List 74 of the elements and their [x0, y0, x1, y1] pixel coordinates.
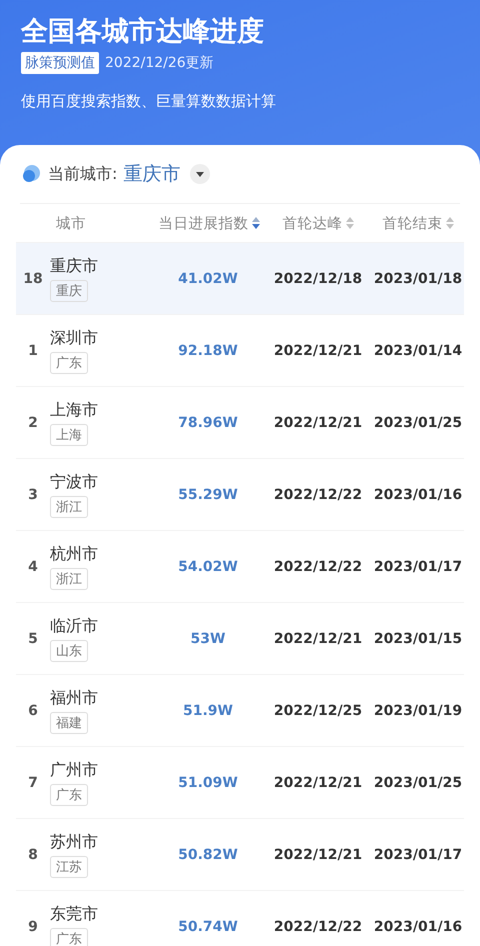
index-value: 51.9W: [182, 702, 234, 718]
city-label: 当前城市:: [48, 164, 118, 184]
rank-number: 5: [27, 630, 39, 646]
page-title: 全国各城市达峰进度: [21, 15, 265, 49]
city-name: 杭州市: [50, 544, 98, 564]
end-date: 2023/01/14: [372, 342, 464, 358]
province-tag: 福建: [50, 712, 88, 734]
peak-date: 2022/12/22: [272, 486, 364, 502]
peak-date: 2022/12/18: [272, 270, 364, 286]
province-tag: 广东: [50, 928, 88, 946]
end-date: 2023/01/19: [372, 702, 464, 718]
end-date: 2023/01/17: [372, 558, 464, 574]
sort-icon[interactable]: [252, 217, 260, 229]
column-header[interactable]: 首轮达峰: [282, 214, 342, 232]
end-date: 2023/01/15: [372, 630, 464, 646]
peak-date: 2022/12/21: [272, 846, 364, 862]
dropdown-button[interactable]: [190, 164, 210, 184]
city-name: 广州市: [50, 760, 98, 780]
peak-date: 2022/12/21: [272, 342, 364, 358]
index-value: 51.09W: [177, 774, 239, 790]
index-value: 54.02W: [177, 558, 239, 574]
city-name: 深圳市: [50, 328, 98, 348]
rank-number: 18: [22, 270, 44, 286]
city-name: 东莞市: [50, 904, 98, 924]
end-date: 2023/01/16: [372, 918, 464, 934]
source-tag: 脉策预测值: [21, 52, 99, 74]
peak-date: 2022/12/22: [272, 918, 364, 934]
peak-date: 2022/12/21: [272, 414, 364, 430]
index-value: 50.82W: [177, 846, 239, 862]
city-name: 苏州市: [50, 832, 98, 852]
peak-date: 2022/12/25: [272, 702, 364, 718]
index-value: 50.74W: [177, 918, 239, 934]
province-tag: 广东: [50, 784, 88, 806]
rank-number: 1: [27, 342, 39, 358]
caret-icon: [196, 172, 204, 176]
peak-date: 2022/12/21: [272, 774, 364, 790]
province-tag: 重庆: [50, 280, 88, 302]
column-header[interactable]: 首轮结束: [382, 214, 442, 232]
end-date: 2023/01/25: [372, 414, 464, 430]
rank-number: 9: [27, 918, 39, 934]
rank-number: 8: [27, 846, 39, 862]
column-header[interactable]: 当日进展指数: [158, 214, 248, 232]
city-name: 临沂市: [50, 616, 98, 636]
province-tag: 广东: [50, 352, 88, 374]
end-date: 2023/01/18: [372, 270, 464, 286]
province-tag: 上海: [50, 424, 88, 446]
province-tag: 浙江: [50, 568, 88, 590]
index-value: 78.96W: [177, 414, 239, 430]
peak-date: 2022/12/21: [272, 630, 364, 646]
index-value: 41.02W: [177, 270, 239, 286]
location-icon: [20, 163, 42, 185]
column-header: 城市: [56, 214, 86, 232]
city-name: 上海市: [50, 400, 98, 420]
subtitle: 使用百度搜索指数、巨量算数数据计算: [21, 92, 277, 111]
end-date: 2023/01/25: [372, 774, 464, 790]
rank-number: 4: [27, 558, 39, 574]
index-value: 53W: [190, 630, 226, 646]
province-tag: 浙江: [50, 496, 88, 518]
city-name: 重庆市: [50, 256, 98, 276]
province-tag: 江苏: [50, 856, 88, 878]
peak-date: 2022/12/22: [272, 558, 364, 574]
index-value: 55.29W: [177, 486, 239, 502]
rank-number: 2: [27, 414, 39, 430]
city-name: 宁波市: [50, 472, 98, 492]
update-date: 2022/12/26更新: [105, 54, 214, 72]
rank-number: 6: [27, 702, 39, 718]
end-date: 2023/01/17: [372, 846, 464, 862]
rank-number: 7: [27, 774, 39, 790]
index-value: 92.18W: [177, 342, 239, 358]
city-value[interactable]: 重庆市: [123, 161, 180, 187]
province-tag: 山东: [50, 640, 88, 662]
end-date: 2023/01/16: [372, 486, 464, 502]
rank-number: 3: [27, 486, 39, 502]
city-name: 福州市: [50, 688, 98, 708]
